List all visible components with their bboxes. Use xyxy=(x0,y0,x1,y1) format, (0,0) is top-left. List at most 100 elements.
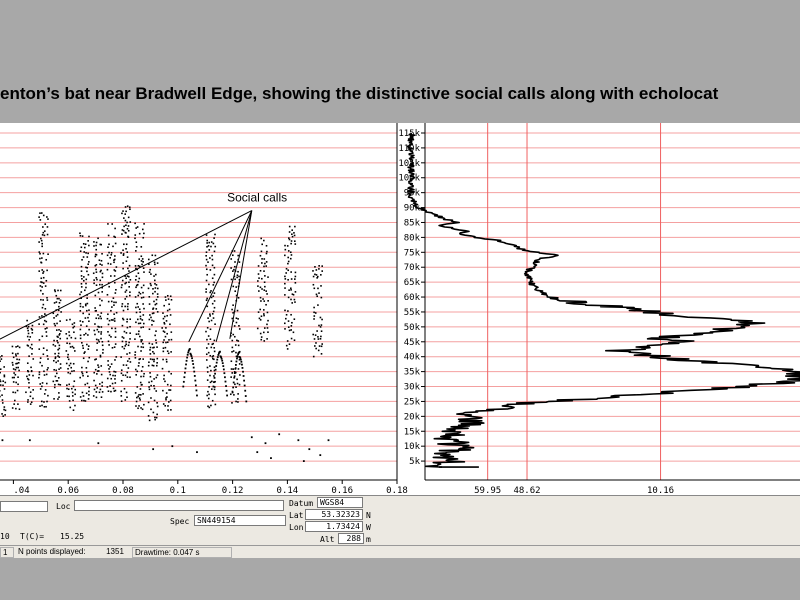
call-point xyxy=(260,336,263,338)
call-point xyxy=(317,338,320,340)
call-point xyxy=(42,293,44,295)
scatter-point xyxy=(196,451,198,454)
call-point xyxy=(39,405,41,407)
call-point xyxy=(136,318,139,321)
call-point xyxy=(153,378,155,380)
call-point xyxy=(136,283,139,286)
social-call-point xyxy=(231,391,234,394)
call-point xyxy=(205,264,207,267)
call-point xyxy=(213,350,216,353)
call-point xyxy=(93,279,95,281)
loc-field[interactable] xyxy=(74,500,284,511)
alt-field[interactable]: 288 xyxy=(338,533,364,544)
call-point xyxy=(113,304,115,306)
call-point xyxy=(150,316,152,319)
right-y-tick-label: 85k xyxy=(404,218,421,228)
call-point xyxy=(211,258,214,261)
call-point xyxy=(82,306,84,308)
call-point xyxy=(139,315,142,318)
call-point xyxy=(162,312,164,314)
call-point xyxy=(287,278,289,281)
call-point xyxy=(43,234,46,237)
social-call-point xyxy=(222,368,225,371)
call-point xyxy=(148,328,151,331)
call-point xyxy=(140,255,143,258)
call-point xyxy=(67,353,69,356)
call-point xyxy=(142,393,144,395)
social-call-point xyxy=(192,366,195,369)
call-point xyxy=(97,291,100,294)
call-point xyxy=(32,358,35,360)
call-point xyxy=(149,346,152,349)
call-point xyxy=(96,342,99,344)
call-point xyxy=(26,327,29,330)
call-point xyxy=(284,309,286,312)
call-point xyxy=(83,334,85,336)
right-x-tick-label: 59.95 xyxy=(474,486,501,495)
call-point xyxy=(39,252,41,255)
call-point xyxy=(56,322,58,325)
call-point xyxy=(168,308,171,311)
call-point xyxy=(71,391,74,394)
call-point xyxy=(39,289,42,292)
call-point xyxy=(67,358,70,361)
call-point xyxy=(151,319,153,322)
spec-field[interactable]: SN449154 xyxy=(194,515,286,526)
call-point xyxy=(97,366,100,368)
right-y-tick-label: 30k xyxy=(404,383,421,393)
temp-value: 15.25 xyxy=(60,532,85,541)
call-point xyxy=(87,345,90,347)
call-point xyxy=(234,261,236,263)
call-point xyxy=(128,357,131,360)
call-point xyxy=(206,394,208,397)
call-point xyxy=(120,286,123,289)
scatter-point xyxy=(250,436,253,439)
call-point xyxy=(232,312,234,314)
call-point xyxy=(139,399,141,401)
call-point xyxy=(140,326,142,329)
loc-left-field[interactable] xyxy=(0,501,48,512)
call-point xyxy=(108,243,110,246)
call-point xyxy=(140,350,142,352)
call-point xyxy=(166,383,169,386)
call-point xyxy=(121,324,124,327)
lat-field[interactable]: 53.32323 xyxy=(305,509,363,520)
call-point xyxy=(46,355,49,357)
datum-field[interactable]: WGS84 xyxy=(317,497,363,508)
call-point xyxy=(58,396,60,398)
call-point xyxy=(129,338,131,340)
call-point xyxy=(147,364,150,367)
call-point xyxy=(15,366,18,369)
call-point xyxy=(26,362,29,364)
call-point xyxy=(73,380,76,383)
call-point xyxy=(32,397,34,400)
call-point xyxy=(17,362,20,364)
call-point xyxy=(82,374,84,377)
call-point xyxy=(68,400,71,402)
call-point xyxy=(230,258,233,260)
call-point xyxy=(121,303,124,305)
call-point xyxy=(142,267,145,269)
call-point xyxy=(205,279,208,282)
call-point xyxy=(149,375,152,378)
lon-field[interactable]: 1.73424 xyxy=(305,521,363,532)
call-point xyxy=(110,390,112,393)
scatter-point xyxy=(171,445,174,448)
social-call-point xyxy=(194,379,197,382)
social-call-point xyxy=(243,379,246,382)
call-point xyxy=(138,397,141,400)
call-point xyxy=(314,345,316,347)
call-point xyxy=(59,384,62,386)
social-call-point xyxy=(226,394,229,397)
social-call-point xyxy=(185,363,187,366)
call-point xyxy=(120,400,123,403)
call-point xyxy=(95,248,98,251)
call-point xyxy=(266,293,268,295)
call-point xyxy=(55,369,57,372)
call-point xyxy=(209,365,211,367)
call-point xyxy=(83,399,85,402)
call-point xyxy=(314,334,317,336)
call-point xyxy=(81,320,84,323)
call-point xyxy=(38,251,41,253)
call-point xyxy=(320,335,322,338)
